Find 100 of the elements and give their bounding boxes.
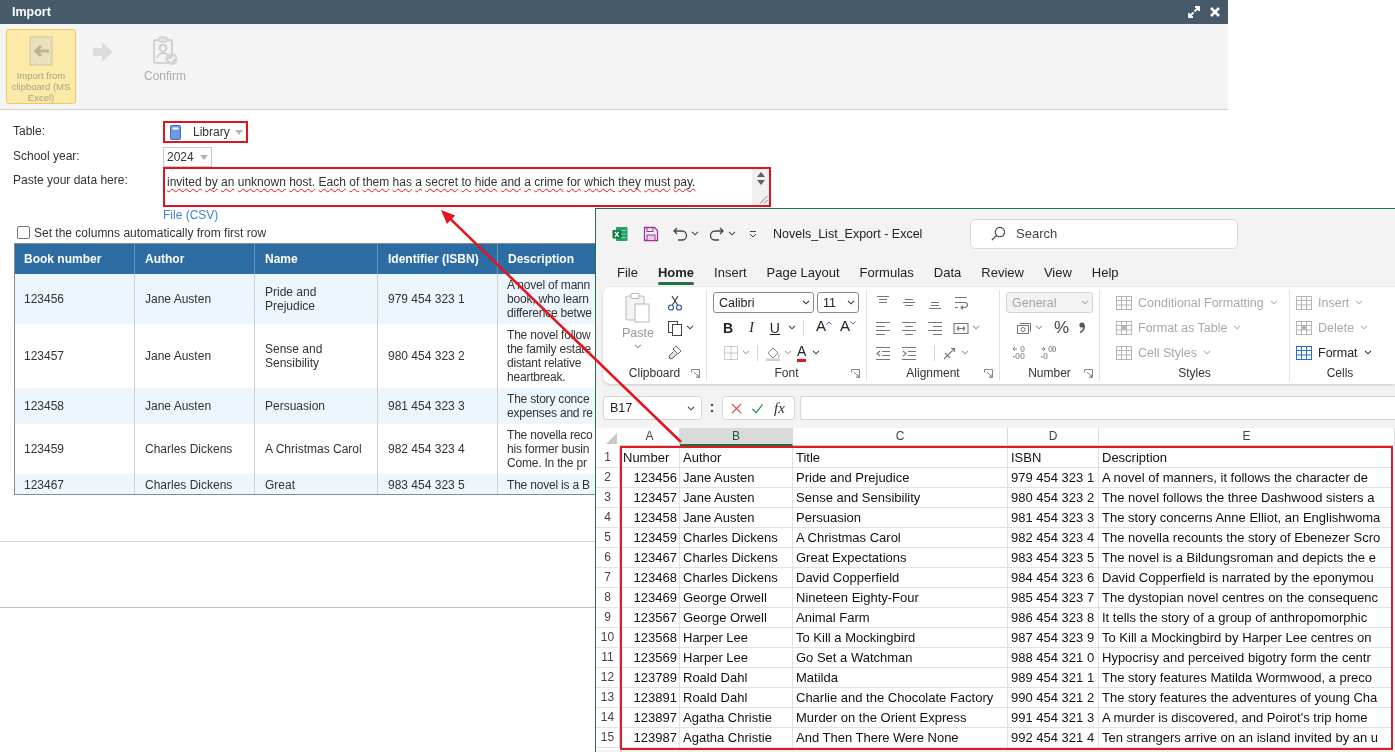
ribbon-tab[interactable]: Review (971, 258, 1034, 287)
row-header[interactable]: 14 (596, 708, 620, 728)
ribbon-tab[interactable]: File (607, 258, 648, 287)
column-header[interactable]: Name (265, 252, 298, 266)
row-header[interactable]: 4 (596, 508, 620, 528)
row-header[interactable]: 15 (596, 728, 620, 748)
align-center-icon[interactable] (901, 319, 917, 336)
cancel-icon[interactable] (730, 401, 743, 415)
scrollbar[interactable] (752, 169, 769, 205)
column-header[interactable]: Identifier (ISBN) (388, 252, 479, 266)
insert-function-button[interactable]: fx (772, 399, 787, 417)
grow-font-button[interactable]: A (812, 316, 835, 339)
copy-icon[interactable] (667, 319, 683, 336)
cell-reference-field[interactable]: B17 (603, 396, 702, 420)
column-header[interactable]: Author (145, 252, 185, 266)
italic-button[interactable]: I (744, 316, 759, 339)
ribbon-tab[interactable]: View (1033, 258, 1082, 287)
align-right-icon[interactable] (927, 319, 943, 336)
ribbon-tab[interactable]: Help (1081, 258, 1129, 287)
row-header[interactable]: 11 (596, 648, 620, 668)
save-icon[interactable] (643, 225, 659, 242)
year-select[interactable]: 2024 (163, 147, 212, 167)
column-header[interactable]: Description (508, 252, 574, 266)
dialog-launcher-icon[interactable] (691, 368, 700, 378)
caret-icon[interactable] (787, 325, 796, 330)
caret-icon[interactable] (728, 231, 736, 236)
font-color-button[interactable]: A (794, 341, 810, 364)
dialog-launcher-icon[interactable] (984, 368, 993, 378)
ribbon-tab[interactable]: Page Layout (756, 258, 850, 287)
ribbon-tab[interactable]: Insert (704, 258, 757, 287)
align-left-icon[interactable] (875, 319, 891, 336)
font-name-field[interactable]: Calibri (713, 292, 814, 313)
caret-icon[interactable] (691, 231, 699, 236)
increase-indent-icon[interactable] (901, 344, 917, 361)
column-header[interactable]: E (1099, 428, 1395, 446)
resize-grip-icon[interactable] (759, 195, 768, 204)
table-select[interactable]: Library (163, 121, 248, 143)
expand-icon[interactable] (1188, 6, 1200, 18)
row-header[interactable]: 3 (596, 488, 620, 508)
shrink-font-button[interactable]: A (836, 316, 859, 339)
dialog-launcher-icon[interactable] (1084, 368, 1093, 378)
decrease-indent-icon[interactable] (875, 344, 891, 361)
row-header[interactable]: 10 (596, 628, 620, 648)
caret-icon[interactable] (847, 300, 855, 305)
increase-decimal-icon[interactable] (1012, 344, 1028, 361)
caret-icon[interactable] (812, 350, 821, 355)
table-cell: Charles Dickens (145, 442, 233, 456)
paintbrush-icon[interactable] (667, 344, 683, 361)
redo-icon[interactable] (709, 225, 725, 242)
wrap-text-icon[interactable] (953, 294, 969, 311)
row-header[interactable]: 6 (596, 548, 620, 568)
table-row[interactable]: 123467 Charles Dickens Great 983 454 323 5 The novel is a B (15, 474, 595, 494)
drag-handle-icon[interactable] (710, 402, 714, 414)
row-header[interactable]: 12 (596, 668, 620, 688)
dialog-launcher-icon[interactable] (851, 368, 860, 378)
checkmark-icon[interactable] (751, 401, 765, 415)
row-header[interactable]: 7 (596, 568, 620, 588)
row-header[interactable]: 5 (596, 528, 620, 548)
sheet-cell: Pride and Prejudice (793, 468, 1008, 488)
column-header[interactable]: Book number (24, 252, 102, 266)
caret-icon[interactable] (802, 300, 810, 305)
column-header[interactable]: C (793, 428, 1008, 446)
column-header[interactable]: A (620, 428, 680, 446)
scroll-down-icon[interactable] (756, 180, 765, 185)
row-header[interactable]: 1 (596, 448, 620, 468)
search-field[interactable]: Search (970, 218, 1238, 249)
close-icon[interactable] (1209, 6, 1221, 18)
arrow-right-icon (93, 41, 113, 63)
sheet-cell: The story concerns Anne Elliot, an Englishwoma (1099, 508, 1391, 528)
ribbon-button[interactable]: Format (1296, 340, 1384, 365)
file-link[interactable]: File (CSV) (163, 207, 219, 223)
caret-icon[interactable] (1363, 350, 1372, 355)
customize-icon[interactable] (748, 228, 758, 239)
font-size-field[interactable]: 11 (817, 292, 859, 313)
caret-icon[interactable] (686, 325, 694, 330)
column-header[interactable]: D (1008, 428, 1099, 446)
scroll-up-icon[interactable] (756, 172, 765, 177)
bold-button[interactable]: B (718, 316, 739, 339)
caret-icon[interactable] (687, 405, 695, 411)
undo-icon[interactable] (672, 225, 688, 242)
row-header[interactable]: 2 (596, 468, 620, 488)
ribbon-tab[interactable]: Home (647, 258, 705, 287)
row-header[interactable]: 9 (596, 608, 620, 628)
row-header[interactable]: 13 (596, 688, 620, 708)
scissors-icon[interactable] (667, 294, 683, 311)
table-row[interactable]: 123458 Jane Austen Persuasion 981 454 323 3 The story conce expenses and re (15, 388, 595, 424)
formula-field[interactable] (800, 396, 1395, 420)
checkbox[interactable] (17, 226, 30, 239)
paste-field[interactable]: invited by an unknown host. Each of them has a secret to hide and a crime for which they must pay. (163, 167, 771, 207)
row-header[interactable]: 8 (596, 588, 620, 608)
ribbon-tab[interactable]: Formulas (849, 258, 924, 287)
decrease-decimal-icon[interactable] (1040, 344, 1056, 361)
table-cell: Great (265, 478, 295, 492)
ribbon-tab[interactable]: Data (923, 258, 972, 287)
sheet-cell: 988 454 321 0 (1008, 648, 1099, 668)
column-header[interactable]: B (680, 428, 793, 446)
underline-button[interactable]: U (764, 316, 785, 339)
search-icon (991, 226, 1006, 241)
table-cell: 979 454 323 1 (388, 292, 465, 306)
percent-button[interactable]: % (1049, 316, 1075, 339)
